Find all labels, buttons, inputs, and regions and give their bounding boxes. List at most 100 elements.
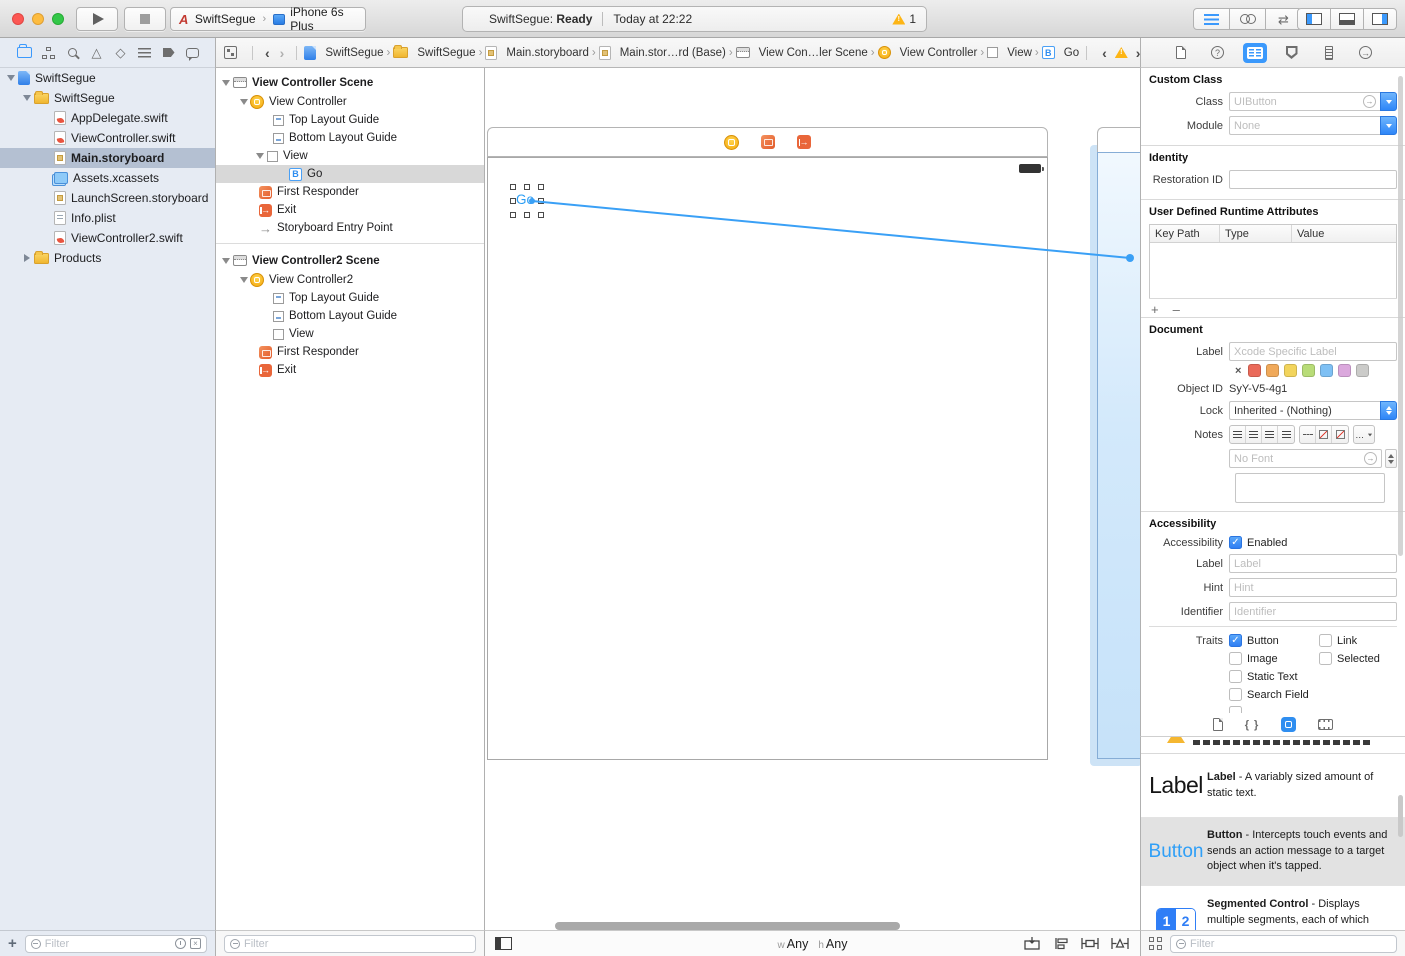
outline-first-responder2[interactable]: First Responder xyxy=(216,343,484,361)
color-swatch-purple[interactable] xyxy=(1338,364,1351,377)
trait-static-text-checkbox[interactable] xyxy=(1229,670,1242,683)
library-item-clipped[interactable] xyxy=(1141,737,1405,754)
jump-arrow-icon[interactable]: → xyxy=(1363,95,1376,108)
library-scrollbar[interactable] xyxy=(1398,795,1403,837)
color-swatch-blue[interactable] xyxy=(1320,364,1333,377)
library-filter-input[interactable] xyxy=(1190,938,1391,950)
class-input[interactable] xyxy=(1234,96,1363,108)
tab-quick-help-inspector[interactable]: ? xyxy=(1206,43,1230,63)
resize-handle[interactable] xyxy=(524,184,530,190)
navigator-filter-field[interactable]: × xyxy=(25,935,207,953)
trait-clipped-checkbox[interactable] xyxy=(1229,706,1242,713)
tab-attributes-inspector[interactable] xyxy=(1280,43,1304,63)
tab-connections-inspector[interactable]: → xyxy=(1354,43,1378,63)
accessibility-label-input[interactable] xyxy=(1234,558,1392,570)
navigator-filter-input[interactable] xyxy=(45,938,171,950)
remove-attribute-button[interactable]: – xyxy=(1173,302,1180,317)
jump-arrow-icon[interactable]: → xyxy=(1364,452,1377,465)
grid-view-toggle-icon[interactable] xyxy=(1149,937,1162,950)
trait-image-checkbox[interactable] xyxy=(1229,652,1242,665)
library-filter-field[interactable] xyxy=(1170,935,1397,953)
exit-icon[interactable]: → xyxy=(797,135,811,149)
document-label-input[interactable] xyxy=(1234,346,1392,358)
outline-bottom-layout-guide2[interactable]: Bottom Layout Guide xyxy=(216,307,484,325)
outline-top-layout-guide[interactable]: Top Layout Guide xyxy=(216,111,484,129)
nav-item-infoplist[interactable]: Info.plist xyxy=(0,208,215,228)
tab-test-navigator[interactable]: ◇ xyxy=(112,44,129,61)
zoom-window-button[interactable] xyxy=(52,13,64,25)
color-swatch-red[interactable] xyxy=(1248,364,1261,377)
close-window-button[interactable] xyxy=(12,13,24,25)
toggle-navigator-button[interactable] xyxy=(1297,8,1331,30)
view-controller-icon[interactable] xyxy=(724,135,739,150)
outline-button-go[interactable]: B Go xyxy=(216,165,484,183)
align-center-button[interactable] xyxy=(1246,426,1262,443)
disclosure-triangle-icon[interactable] xyxy=(7,75,15,81)
color-swatch-orange[interactable] xyxy=(1266,364,1279,377)
toggle-debug-area-button[interactable] xyxy=(1330,8,1364,30)
accessibility-enabled-checkbox[interactable]: ✓ xyxy=(1229,536,1242,549)
align-justify-button[interactable] xyxy=(1278,426,1294,443)
align-left-button[interactable] xyxy=(1230,426,1246,443)
outline-exit2[interactable]: → Exit xyxy=(216,361,484,379)
color-swatch-yellow[interactable] xyxy=(1284,364,1297,377)
tab-breakpoint-navigator[interactable] xyxy=(160,44,177,61)
align-right-button[interactable] xyxy=(1262,426,1278,443)
tab-size-inspector[interactable] xyxy=(1317,43,1341,63)
tab-object-library[interactable] xyxy=(1281,716,1296,734)
no-edit-button[interactable] xyxy=(1316,426,1332,443)
view-controller1-canvas[interactable] xyxy=(487,157,1048,760)
outline-scene2-header[interactable]: View Controller2 Scene xyxy=(216,250,484,271)
add-button[interactable]: + xyxy=(8,936,17,951)
align-button[interactable] xyxy=(1052,936,1070,951)
nav-item-appdelegate[interactable]: AppDelegate.swift xyxy=(0,108,215,128)
nav-item-group[interactable]: SwiftSegue xyxy=(0,88,215,108)
outline-view-controller[interactable]: View Controller xyxy=(216,93,484,111)
color-swatch-green[interactable] xyxy=(1302,364,1315,377)
assistant-editor-button[interactable] xyxy=(1229,8,1266,30)
tab-issue-navigator[interactable]: △ xyxy=(88,44,105,61)
module-dropdown-button[interactable] xyxy=(1380,116,1397,135)
outline-view2[interactable]: View xyxy=(216,325,484,343)
lock-dropdown-button[interactable] xyxy=(1380,401,1397,420)
scheme-selector[interactable]: A SwiftSegue › iPhone 6s Plus xyxy=(170,7,366,31)
no-edit-alt-button[interactable] xyxy=(1332,426,1348,443)
module-combo[interactable] xyxy=(1229,116,1397,135)
outline-scene1-header[interactable]: View Controller Scene xyxy=(216,72,484,93)
go-forward-button[interactable]: › xyxy=(275,45,290,61)
trait-selected-checkbox[interactable] xyxy=(1319,652,1332,665)
view-controller2-canvas[interactable] xyxy=(1097,152,1140,759)
column-key-path[interactable]: Key Path xyxy=(1150,225,1220,242)
nav-item-main-storyboard[interactable]: Main.storyboard xyxy=(0,148,215,168)
inspector-scrollbar[interactable] xyxy=(1398,76,1403,556)
font-size-stepper[interactable] xyxy=(1385,449,1397,468)
nav-item-launchscreen[interactable]: LaunchScreen.storyboard xyxy=(0,188,215,208)
embed-in-stack-button[interactable] xyxy=(1022,936,1042,951)
tab-project-navigator[interactable] xyxy=(16,44,33,61)
nav-item-assets[interactable]: Assets.xcassets xyxy=(0,168,215,188)
run-button[interactable] xyxy=(76,7,118,31)
tab-debug-navigator[interactable] xyxy=(136,44,153,61)
tab-find-navigator[interactable] xyxy=(64,44,81,61)
trait-search-field-checkbox[interactable] xyxy=(1229,688,1242,701)
breadcrumb-project[interactable]: SwiftSegue xyxy=(304,46,383,60)
library-item-button[interactable]: Button Button - Intercepts touch events … xyxy=(1141,818,1405,886)
nav-item-viewcontroller2[interactable]: ViewController2.swift xyxy=(0,228,215,248)
notes-textarea[interactable] xyxy=(1235,473,1385,503)
outline-bottom-layout-guide[interactable]: Bottom Layout Guide xyxy=(216,129,484,147)
runtime-attributes-table[interactable]: Key Path Type Value xyxy=(1149,224,1397,298)
outline-view[interactable]: View xyxy=(216,147,484,165)
resolve-autolayout-button[interactable] xyxy=(1110,936,1130,951)
resize-handle[interactable] xyxy=(510,212,516,218)
outline-first-responder[interactable]: First Responder xyxy=(216,183,484,201)
more-options-button[interactable]: … xyxy=(1354,426,1374,443)
outline-entry-point[interactable]: → Storyboard Entry Point xyxy=(216,219,484,237)
accessibility-identifier-input[interactable] xyxy=(1234,606,1392,618)
source-control-status-icon[interactable]: × xyxy=(190,938,201,949)
breadcrumb-view[interactable]: View xyxy=(987,47,1032,59)
tab-report-navigator[interactable] xyxy=(184,44,201,61)
dashes-button[interactable] xyxy=(1300,426,1316,443)
nav-item-project[interactable]: SwiftSegue xyxy=(0,68,215,88)
resize-handle[interactable] xyxy=(538,198,544,204)
go-back-button[interactable]: ‹ xyxy=(260,45,275,61)
